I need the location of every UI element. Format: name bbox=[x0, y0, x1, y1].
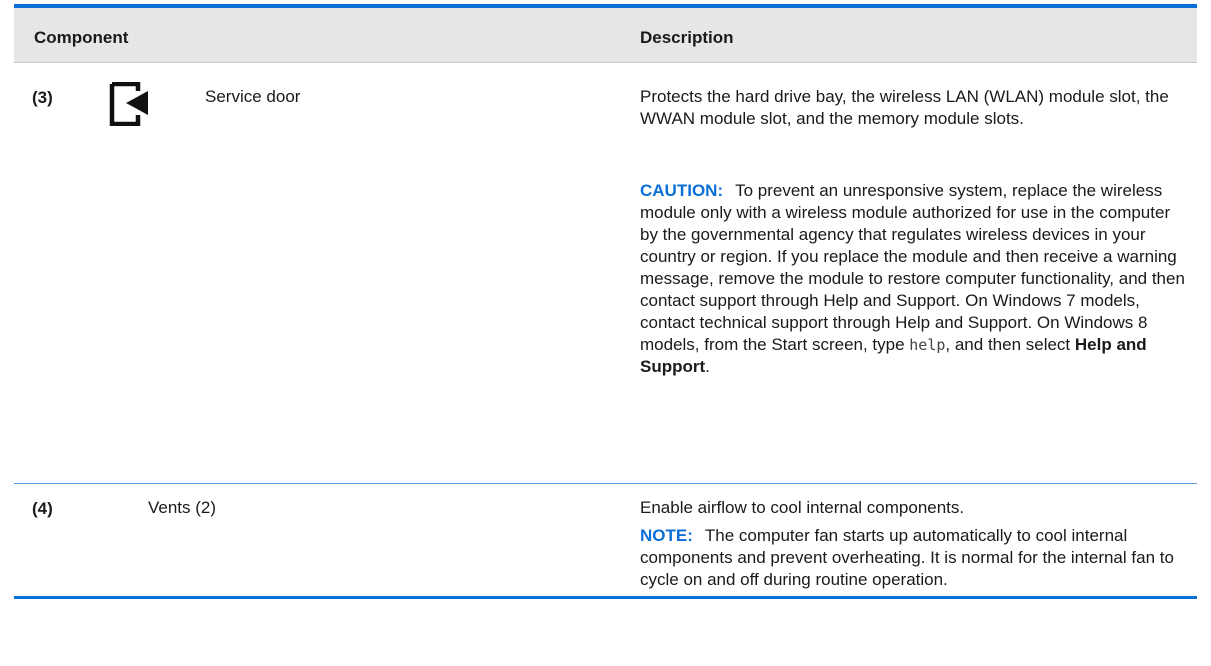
note-text: The computer fan starts up automatically… bbox=[640, 526, 1174, 589]
component-name: Service door bbox=[205, 87, 301, 106]
table-bottom-rule bbox=[14, 596, 1197, 599]
caution-code: help bbox=[909, 336, 946, 354]
component-description: Enable airflow to cool internal componen… bbox=[640, 498, 965, 517]
service-door-icon bbox=[109, 82, 148, 126]
caution-label: CAUTION: bbox=[640, 181, 724, 200]
row-number: (3) bbox=[32, 88, 53, 107]
column-header-component: Component bbox=[34, 28, 129, 47]
caution-text: To prevent an unresponsive system, repla… bbox=[640, 181, 1185, 354]
row-divider bbox=[14, 483, 1197, 484]
caution-text-after: . bbox=[705, 357, 710, 376]
caution-text-middle: , and then select bbox=[945, 335, 1075, 354]
column-header-description: Description bbox=[640, 28, 734, 47]
component-description: Protects the hard drive bay, the wireles… bbox=[640, 87, 1169, 128]
component-name: Vents (2) bbox=[148, 498, 217, 517]
note: NOTE: The computer fan starts up automati… bbox=[640, 525, 1192, 591]
row-number: (4) bbox=[32, 499, 53, 518]
note-label: NOTE: bbox=[640, 526, 693, 545]
caution-note: CAUTION: To prevent an unresponsive syste… bbox=[640, 180, 1192, 378]
table-header: Component Description bbox=[14, 8, 1197, 63]
